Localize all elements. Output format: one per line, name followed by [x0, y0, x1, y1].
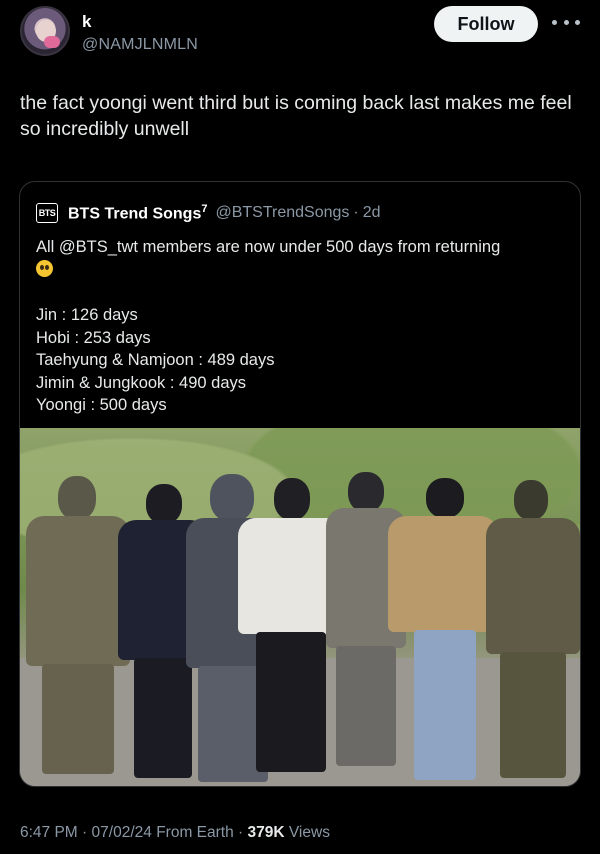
person-body — [486, 518, 580, 654]
quoted-tweet[interactable]: BTS BTS Trend Songs7 @BTSTrendSongs · 2d… — [19, 181, 581, 787]
pleading-face-emoji-icon — [36, 260, 53, 277]
person-head — [274, 478, 310, 520]
post-source: From Earth — [156, 824, 234, 841]
person-legs — [134, 658, 192, 778]
days-item: Hobi : 253 days — [36, 328, 151, 347]
more-horizontal-icon[interactable] — [552, 12, 580, 32]
quoted-name-text: BTS Trend Songs — [68, 205, 202, 223]
tweet-text: the fact yoongi went third but is coming… — [20, 92, 572, 140]
days-item: Yoongi : 500 days — [36, 396, 167, 414]
tweet-footer: 6:47 PM · 07/02/24 From Earth · 379K Vie… — [20, 824, 330, 842]
separator-dot: · — [82, 824, 88, 841]
author-handle[interactable]: @NAMJLNMLN — [82, 36, 198, 54]
person-legs — [336, 646, 396, 766]
more-dot — [575, 19, 580, 25]
person-figure — [22, 476, 132, 786]
views-label[interactable]: Views — [289, 824, 330, 841]
days-item: Jin : 126 days — [36, 306, 138, 324]
person-head — [348, 472, 384, 512]
person-figure — [388, 478, 498, 784]
bts-logo-icon: BTS — [36, 203, 58, 223]
person-head — [58, 476, 96, 520]
quoted-header: BTS BTS Trend Songs7 @BTSTrendSongs · 2d — [36, 202, 381, 224]
person-body — [26, 516, 130, 666]
person-head — [426, 478, 464, 518]
person-head — [514, 480, 548, 520]
quoted-author-handle[interactable]: @BTSTrendSongs — [215, 204, 349, 222]
quoted-name-sup: 7 — [201, 202, 208, 215]
days-item: Taehyung & Namjoon : 489 days — [36, 351, 275, 369]
person-figure — [486, 480, 580, 786]
person-head — [146, 484, 182, 524]
views-count: 379K — [247, 824, 285, 841]
person-legs — [414, 630, 476, 780]
person-legs — [500, 652, 566, 778]
tweet-header: k @NAMJLNMLN Follow — [20, 6, 580, 58]
avatar-hand — [44, 36, 60, 48]
avatar[interactable] — [20, 6, 70, 56]
separator-dot: · — [353, 204, 359, 221]
quoted-time[interactable]: 2d — [363, 204, 381, 222]
more-dot — [563, 19, 569, 25]
separator-dot: · — [238, 824, 244, 841]
person-legs — [42, 664, 114, 774]
follow-button[interactable]: Follow — [434, 6, 538, 42]
days-list: Jin : 126 days Hobi : 253 days Taehyung … — [36, 304, 275, 417]
days-item: Jimin & Jungkook : 490 days — [36, 373, 247, 392]
person-legs — [256, 632, 326, 772]
person-body — [388, 516, 498, 632]
group-photo[interactable] — [20, 428, 580, 786]
quoted-text: All @BTS_twt members are now under 500 d… — [36, 236, 566, 280]
quoted-author-name[interactable]: BTS Trend Songs7 — [68, 203, 207, 223]
more-dot — [552, 19, 557, 25]
quoted-text-body: All @BTS_twt members are now under 500 d… — [36, 238, 501, 256]
author-name[interactable]: k — [82, 12, 91, 32]
post-date[interactable]: 07/02/24 — [92, 824, 152, 841]
post-time[interactable]: 6:47 PM — [20, 824, 78, 841]
